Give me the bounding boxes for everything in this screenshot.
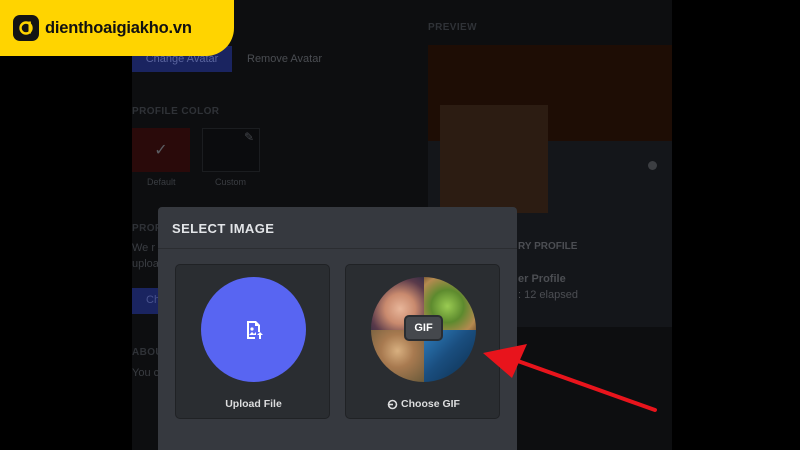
red-arrow-annotation — [483, 344, 657, 412]
